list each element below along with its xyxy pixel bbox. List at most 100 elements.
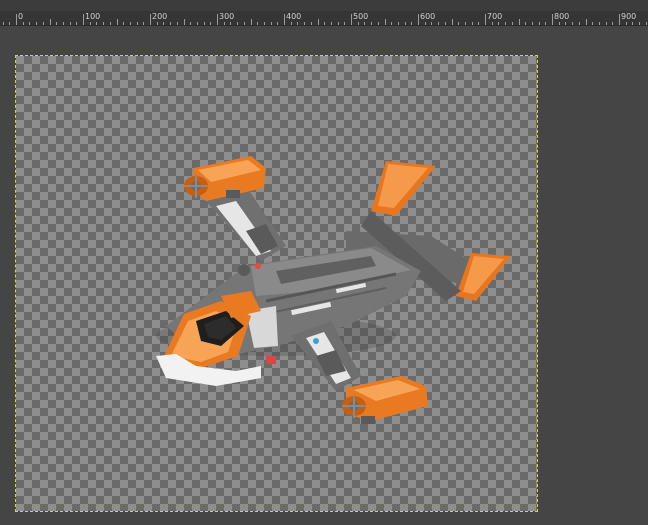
ruler-label: 300 <box>219 12 235 21</box>
ruler-minor-tick <box>385 19 386 25</box>
ruler-label: 400 <box>286 12 302 21</box>
ruler-major-tick <box>619 14 620 25</box>
ruler-minor-tick <box>519 19 520 25</box>
ruler-minor-tick <box>639 22 640 25</box>
ruler-minor-tick <box>271 22 272 25</box>
bottom-nacelle <box>342 376 428 424</box>
ruler-label: 600 <box>420 12 436 21</box>
ruler-minor-tick <box>70 22 71 25</box>
ruler-minor-tick <box>626 22 627 25</box>
ruler-minor-tick <box>579 22 580 25</box>
ruler-minor-tick <box>23 22 24 25</box>
ruler-label: 800 <box>554 12 570 21</box>
ruler-minor-tick <box>532 22 533 25</box>
ruler-minor-tick <box>117 19 118 25</box>
ruler-major-tick <box>83 14 84 25</box>
ruler-minor-tick <box>364 22 365 25</box>
ruler-minor-tick <box>606 22 607 25</box>
ruler-minor-tick <box>465 22 466 25</box>
ruler-minor-tick <box>123 22 124 25</box>
ruler-minor-tick <box>371 22 372 25</box>
ruler-minor-tick <box>130 22 131 25</box>
ruler-minor-tick <box>157 22 158 25</box>
ruler-minor-tick <box>539 22 540 25</box>
ruler-minor-tick <box>297 22 298 25</box>
ruler-minor-tick <box>257 22 258 25</box>
ruler-minor-tick <box>291 22 292 25</box>
ruler-minor-tick <box>572 22 573 25</box>
ruler-label: 700 <box>487 12 503 21</box>
ruler-minor-tick <box>431 22 432 25</box>
ruler-minor-tick <box>29 22 30 25</box>
ruler-minor-tick <box>311 22 312 25</box>
ruler-minor-tick <box>177 22 178 25</box>
ruler-minor-tick <box>304 22 305 25</box>
ruler-major-tick <box>418 14 419 25</box>
ruler-minor-tick <box>425 22 426 25</box>
ruler-minor-tick <box>344 22 345 25</box>
ruler-minor-tick <box>244 22 245 25</box>
ruler-minor-tick <box>646 22 647 25</box>
horizontal-ruler[interactable]: 0 100 200 300 400 500 600 700 800 900 <box>0 0 648 26</box>
ruler-minor-tick <box>358 22 359 25</box>
ruler-minor-tick <box>452 19 453 25</box>
ruler-minor-tick <box>472 22 473 25</box>
ruler-minor-tick <box>559 22 560 25</box>
ruler-minor-tick <box>586 19 587 25</box>
ruler-minor-tick <box>143 22 144 25</box>
ruler-major-tick <box>217 14 218 25</box>
ruler-minor-tick <box>170 22 171 25</box>
ruler-minor-tick <box>565 22 566 25</box>
canvas-workspace[interactable] <box>0 26 648 525</box>
ruler-minor-tick <box>378 22 379 25</box>
ruler-minor-tick <box>318 19 319 25</box>
ruler-minor-tick <box>478 22 479 25</box>
ruler-minor-tick <box>9 22 10 25</box>
ruler-minor-tick <box>277 22 278 25</box>
ruler-minor-tick <box>204 22 205 25</box>
ruler-minor-tick <box>331 22 332 25</box>
ruler-minor-tick <box>224 22 225 25</box>
ruler-minor-tick <box>43 22 44 25</box>
ruler-minor-tick <box>264 22 265 25</box>
ruler-minor-tick <box>525 22 526 25</box>
ruler-minor-tick <box>398 22 399 25</box>
ruler-label: 200 <box>152 12 168 21</box>
ruler-major-tick <box>16 14 17 25</box>
ruler-minor-tick <box>438 22 439 25</box>
ruler-minor-tick <box>505 22 506 25</box>
ruler-major-tick <box>351 14 352 25</box>
ruler-minor-tick <box>90 22 91 25</box>
ruler-minor-tick <box>197 22 198 25</box>
ruler-label: 0 <box>18 12 24 21</box>
ruler-minor-tick <box>632 22 633 25</box>
ruler-minor-tick <box>96 22 97 25</box>
ruler-minor-tick <box>599 22 600 25</box>
ruler-major-tick <box>552 14 553 25</box>
ruler-minor-tick <box>36 22 37 25</box>
ruler-minor-tick <box>76 22 77 25</box>
ruler-minor-tick <box>230 22 231 25</box>
ruler-minor-tick <box>50 19 51 25</box>
ruler-minor-tick <box>411 22 412 25</box>
ruler-minor-tick <box>163 22 164 25</box>
ruler-minor-tick <box>251 19 252 25</box>
ruler-major-tick <box>284 14 285 25</box>
ruler-minor-tick <box>498 22 499 25</box>
ruler-minor-tick <box>545 22 546 25</box>
ruler-minor-tick <box>405 22 406 25</box>
ruler-minor-tick <box>592 22 593 25</box>
ruler-minor-tick <box>56 22 57 25</box>
ruler-label: 900 <box>621 12 637 21</box>
ruler-minor-tick <box>3 22 4 25</box>
ruler-minor-tick <box>492 22 493 25</box>
ruler-minor-tick <box>63 22 64 25</box>
ruler-minor-tick <box>445 22 446 25</box>
ruler-minor-tick <box>324 22 325 25</box>
image-canvas[interactable] <box>15 55 538 512</box>
ruler-minor-tick <box>458 22 459 25</box>
ruler-minor-tick <box>190 22 191 25</box>
ruler-minor-tick <box>110 22 111 25</box>
ruler-minor-tick <box>137 22 138 25</box>
ruler-minor-tick <box>612 22 613 25</box>
